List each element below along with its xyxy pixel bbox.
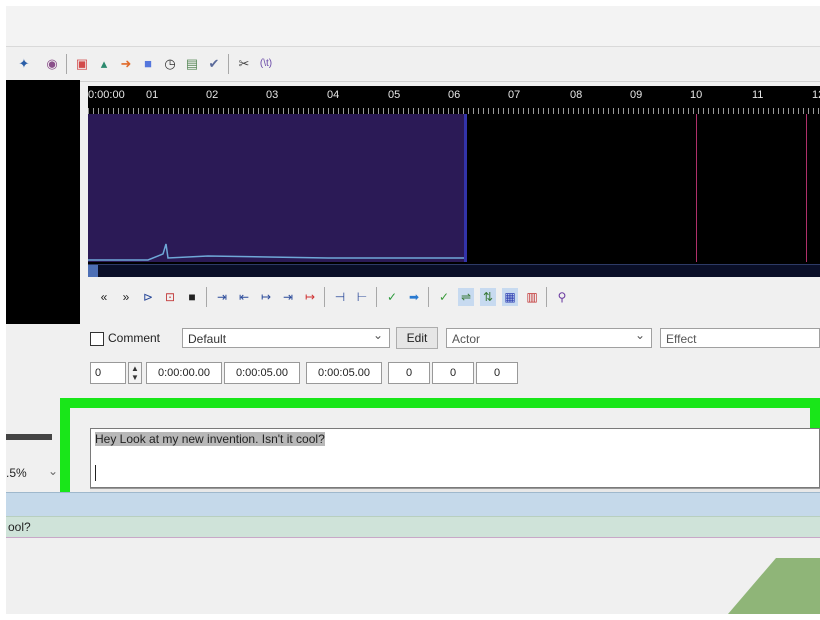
margin-right-field[interactable]: 0 (432, 362, 474, 384)
zoom-slider[interactable] (6, 434, 52, 440)
tick-label: 11 (752, 89, 764, 101)
duration-field[interactable]: 0:00:05.00 (306, 362, 382, 384)
transport-separator (546, 287, 547, 307)
edit-style-button[interactable]: Edit (396, 327, 438, 349)
margin-vertical-field[interactable]: 0 (476, 362, 518, 384)
grid-header (6, 492, 820, 517)
transport-separator (428, 287, 429, 307)
comment-label: Comment (108, 331, 161, 345)
app-window: ✦ ◉ ▣ ▴ ➜ ■ ◷ ▤ ✔ ✂ (\t) 0:00:00 01 02 0… (6, 6, 820, 614)
tick-label: 09 (630, 89, 643, 101)
marker-icon[interactable]: ▴ (96, 56, 112, 72)
bars-icon[interactable]: ▥ (524, 288, 540, 306)
set-out-icon[interactable]: ⇤ (236, 288, 252, 306)
style-dropdown[interactable]: Default (182, 328, 390, 348)
settings-icon[interactable]: ⚲ (554, 288, 570, 306)
timeline-ruler[interactable]: 0:00:00 01 02 03 04 05 06 07 08 09 10 11… (88, 86, 820, 114)
tools-icon[interactable]: ✂ (236, 56, 252, 72)
transport-separator (206, 287, 207, 307)
split-icon[interactable]: ⊣ (332, 288, 348, 306)
link-icon[interactable]: ⇌ (458, 288, 474, 306)
join-icon[interactable]: ⊢ (354, 288, 370, 306)
subtitle-text-editor[interactable]: Hey Look at my new invention. Isn't it c… (90, 428, 820, 488)
text-caret (95, 465, 96, 481)
next-icon[interactable]: ➡ (406, 288, 422, 306)
accept-icon[interactable]: ✓ (384, 288, 400, 306)
forward-icon[interactable]: » (118, 288, 134, 306)
layer-spinner[interactable]: ▲ ▼ (128, 362, 142, 384)
transport-separator (324, 287, 325, 307)
extend-out-icon[interactable]: ⇥ (280, 288, 296, 306)
wand-icon[interactable]: ✦ (16, 56, 32, 72)
extend-in-icon[interactable]: ↦ (258, 288, 274, 306)
note-icon[interactable]: ▤ (184, 56, 200, 72)
arrow-icon[interactable]: ➜ (118, 56, 134, 72)
rewind-icon[interactable]: « (96, 288, 112, 306)
waveform-trace (88, 243, 464, 261)
main-toolbar: ✦ ◉ ▣ ▴ ➜ ■ ◷ ▤ ✔ ✂ (\t) (6, 46, 820, 82)
tick-label: 03 (266, 89, 279, 101)
left-tools: .5% ⌄ (6, 426, 64, 496)
end-time-field[interactable]: 0:00:05.00 (224, 362, 300, 384)
effect-placeholder: Effect (666, 332, 697, 346)
row-text: ool? (8, 520, 31, 534)
tick-label: 0:00:00 (88, 89, 125, 101)
toolbar-separator (66, 54, 67, 74)
actor-field: Actor (452, 332, 481, 346)
effect-field[interactable]: Effect (660, 328, 820, 348)
tick-label: 01 (146, 89, 159, 101)
clip-icon[interactable]: ▣ (74, 56, 90, 72)
actor-dropdown[interactable]: Actor (446, 328, 652, 348)
tick-label: 02 (206, 89, 219, 101)
spectrum-icon[interactable]: ▦ (502, 288, 518, 306)
go-end-icon[interactable]: ↦ (302, 288, 318, 306)
tick-label: 06 (448, 89, 461, 101)
audio-spectrogram[interactable] (88, 114, 820, 264)
chevron-down-icon[interactable]: ⌄ (48, 464, 58, 478)
subtitle-text: Hey Look at my new invention. Isn't it c… (95, 432, 325, 446)
check-icon[interactable]: ✔ (206, 56, 222, 72)
text-icon[interactable]: (\t) (258, 56, 274, 72)
stop-icon[interactable]: ■ (184, 288, 200, 306)
keyframe-line (806, 114, 807, 262)
set-in-icon[interactable]: ⇥ (214, 288, 230, 306)
start-time-field[interactable]: 0:00:00.00 (146, 362, 222, 384)
auto-icon[interactable]: ✓ (436, 288, 452, 306)
spin-up-icon[interactable]: ▲ (131, 365, 139, 373)
corner-decoration (776, 558, 820, 614)
zoom-value[interactable]: .5% (6, 466, 27, 480)
margin-left-field[interactable]: 0 (388, 362, 430, 384)
tick-label: 05 (388, 89, 401, 101)
audio-transport-bar: « » ⊳ ⊡ ■ ⇥ ⇤ ↦ ⇥ ↦ ⊣ ⊢ ✓ ➡ ✓ ⇌ ⇅ ▦ ▥ ⚲ (88, 282, 820, 312)
reel-icon[interactable]: ◉ (44, 56, 60, 72)
spin-down-icon[interactable]: ▼ (131, 374, 139, 382)
corner-decoration-slant (728, 558, 776, 614)
play-region-icon[interactable]: ⊡ (162, 288, 178, 306)
transport-separator (376, 287, 377, 307)
comment-checkbox[interactable] (90, 332, 104, 346)
layer-field[interactable]: 0 (90, 362, 126, 384)
line-properties-panel: Comment Default Edit Actor Effect 0 ▲ ▼ … (80, 320, 820, 402)
toolbar-separator (228, 54, 229, 74)
clock-icon[interactable]: ◷ (162, 56, 178, 72)
title-area (6, 6, 820, 46)
stop-icon[interactable]: ■ (140, 56, 156, 72)
tick-label: 12 (812, 89, 820, 101)
style-value: Default (188, 332, 227, 346)
audio-scrollbar[interactable] (88, 264, 820, 277)
tick-label: 08 (570, 89, 583, 101)
scrollbar-thumb[interactable] (88, 265, 98, 277)
tick-label: 07 (508, 89, 521, 101)
sync-icon[interactable]: ⇅ (480, 288, 496, 306)
region-end-marker (464, 114, 467, 262)
keyframe-line (696, 114, 697, 262)
tick-label: 10 (690, 89, 703, 101)
video-preview (6, 80, 80, 324)
subtitle-grid-row[interactable]: ool? (6, 516, 820, 538)
tick-label: 04 (327, 89, 340, 101)
play-selection-icon[interactable]: ⊳ (140, 288, 156, 306)
